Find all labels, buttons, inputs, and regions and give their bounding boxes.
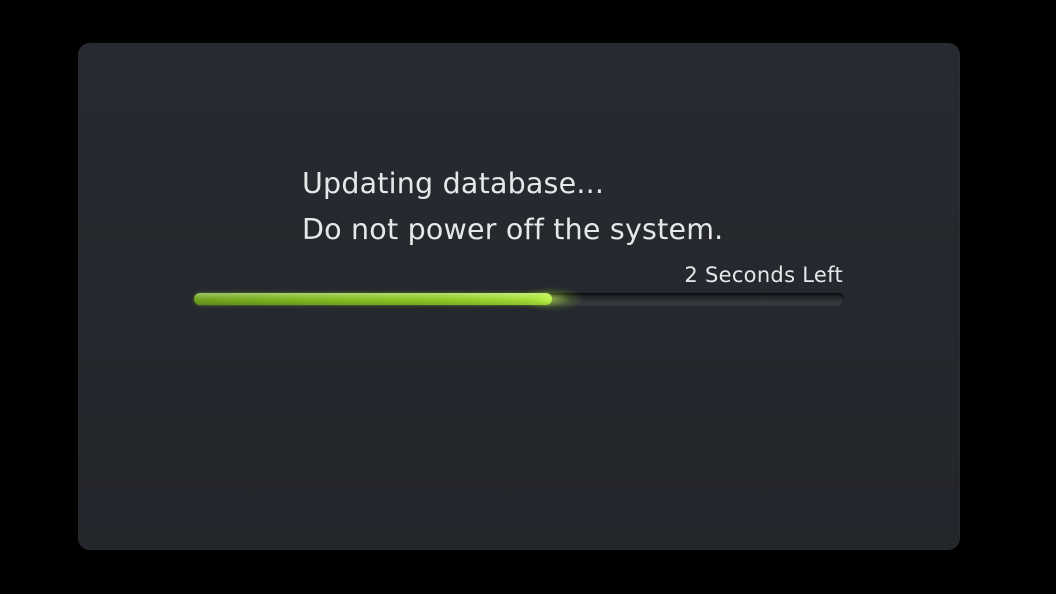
status-message-line-2: Do not power off the system. — [302, 213, 724, 246]
status-message-line-1: Updating database... — [302, 167, 605, 200]
progress-bar-fill — [194, 293, 552, 305]
update-dialog: Updating database... Do not power off th… — [78, 43, 960, 550]
progress-bar — [194, 287, 844, 311]
time-remaining-label: 2 Seconds Left — [684, 263, 843, 287]
screen: Updating database... Do not power off th… — [0, 0, 1056, 594]
status-message: Updating database... Do not power off th… — [302, 161, 723, 253]
